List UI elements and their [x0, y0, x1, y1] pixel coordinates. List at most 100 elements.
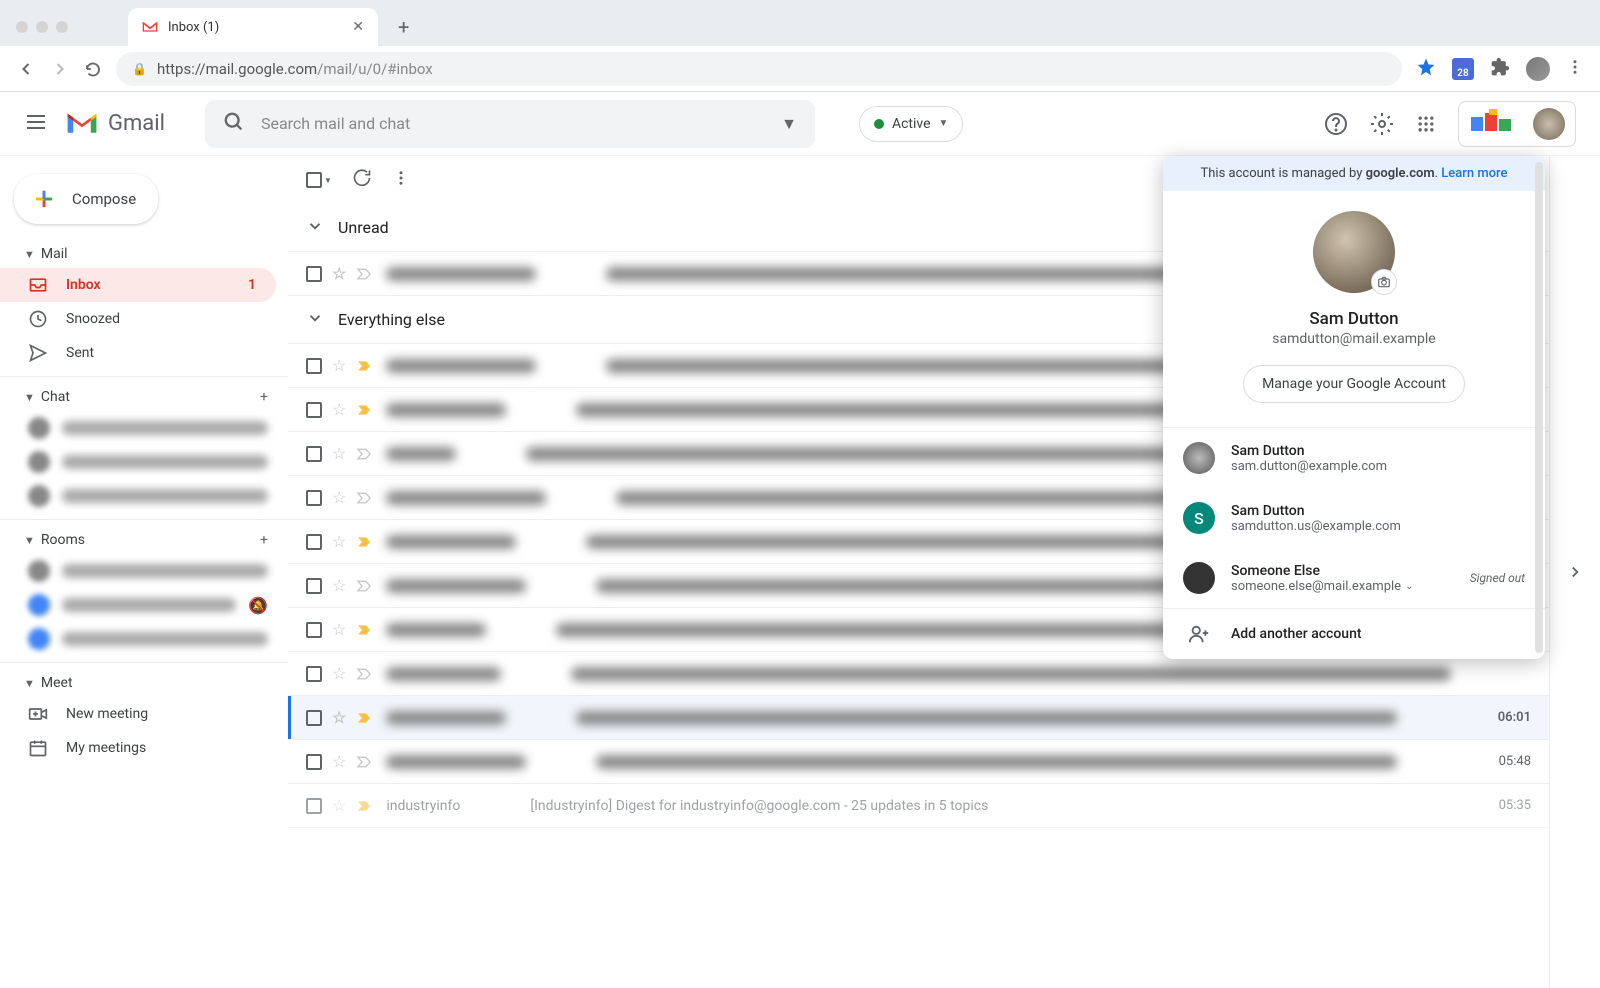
account-avatar[interactable] — [1533, 108, 1565, 140]
row-checkbox[interactable] — [306, 578, 322, 594]
forward-button[interactable] — [50, 59, 70, 79]
org-apps-box[interactable] — [1458, 101, 1576, 147]
extensions-icon[interactable] — [1490, 57, 1510, 81]
tab-close-icon[interactable]: ✕ — [352, 19, 364, 35]
star-icon[interactable]: ☆ — [332, 488, 346, 507]
row-checkbox[interactable] — [306, 490, 322, 506]
star-icon[interactable]: ☆ — [332, 620, 346, 639]
row-checkbox[interactable] — [306, 798, 322, 814]
star-icon[interactable]: ☆ — [332, 532, 346, 551]
chat-item[interactable] — [0, 411, 288, 445]
add-room-icon[interactable]: + — [260, 532, 268, 548]
search-input[interactable] — [261, 114, 765, 133]
sidebar-item-inbox[interactable]: Inbox 1 — [0, 268, 276, 302]
side-panel-toggle[interactable] — [1550, 156, 1600, 988]
account-row[interactable]: S Sam Dutton samdutton.us@example.com — [1163, 488, 1545, 548]
status-pill[interactable]: Active ▼ — [859, 106, 963, 142]
chrome-menu-icon[interactable] — [1566, 58, 1584, 80]
star-icon[interactable]: ☆ — [332, 664, 346, 683]
mail-row[interactable]: ☆industryinfo[Industryinfo] Digest for i… — [288, 784, 1549, 828]
importance-icon[interactable] — [356, 578, 372, 594]
sidebar-section-chat[interactable]: ▼ Chat + — [0, 383, 288, 411]
row-checkbox[interactable] — [306, 622, 322, 638]
menu-icon[interactable] — [24, 110, 48, 138]
camera-icon[interactable] — [1371, 269, 1397, 295]
importance-icon[interactable] — [356, 710, 372, 726]
address-bar[interactable]: 🔒 https://mail.google.com/mail/u/0/#inbo… — [116, 52, 1402, 86]
row-checkbox[interactable] — [306, 710, 322, 726]
star-icon[interactable]: ☆ — [332, 400, 346, 419]
traffic-lights — [16, 21, 68, 33]
caret-down-icon: ▼ — [24, 534, 35, 547]
mail-row[interactable]: ☆06:01 — [288, 696, 1549, 740]
browser-tab[interactable]: Inbox (1) ✕ — [128, 8, 378, 46]
account-avatar-icon: S — [1183, 502, 1215, 534]
room-item[interactable]: 🔕 — [0, 588, 288, 622]
search-bar[interactable]: ▼ — [205, 100, 815, 148]
importance-icon[interactable] — [356, 266, 372, 282]
sidebar-item-new-meeting[interactable]: New meeting — [0, 697, 276, 731]
star-icon[interactable]: ☆ — [332, 444, 346, 463]
refresh-icon[interactable] — [352, 168, 372, 192]
importance-icon[interactable] — [356, 446, 372, 462]
mail-row[interactable]: ☆05:48 — [288, 740, 1549, 784]
importance-icon[interactable] — [356, 754, 372, 770]
learn-more-link[interactable]: Learn more — [1441, 166, 1507, 181]
scrollbar[interactable] — [1535, 162, 1543, 653]
back-button[interactable] — [16, 59, 36, 79]
importance-icon[interactable] — [356, 798, 372, 814]
apps-grid-icon[interactable] — [1416, 114, 1436, 134]
chrome-profile-avatar[interactable] — [1526, 57, 1550, 81]
row-checkbox[interactable] — [306, 754, 322, 770]
add-chat-icon[interactable]: + — [260, 389, 268, 405]
status-dot-icon — [874, 119, 884, 129]
star-icon[interactable]: ☆ — [332, 708, 346, 727]
chat-item[interactable] — [0, 445, 288, 479]
sidebar-item-my-meetings[interactable]: My meetings — [0, 731, 276, 765]
settings-icon[interactable] — [1370, 112, 1394, 136]
row-checkbox[interactable] — [306, 446, 322, 462]
row-checkbox[interactable] — [306, 266, 322, 282]
star-icon[interactable]: ☆ — [332, 356, 346, 375]
importance-icon[interactable] — [356, 622, 372, 638]
importance-icon[interactable] — [356, 490, 372, 506]
reload-button[interactable] — [84, 60, 102, 78]
sidebar-section-meet[interactable]: ▼ Meet — [0, 669, 288, 697]
gmail-logo-icon — [66, 112, 98, 136]
account-row[interactable]: Sam Dutton sam.dutton@example.com — [1163, 428, 1545, 488]
search-options-icon[interactable]: ▼ — [781, 114, 797, 134]
help-icon[interactable] — [1324, 112, 1348, 136]
new-tab-button[interactable]: + — [398, 15, 409, 39]
bookmark-star-icon[interactable] — [1416, 57, 1436, 81]
manage-account-button[interactable]: Manage your Google Account — [1243, 365, 1465, 403]
chat-item[interactable] — [0, 479, 288, 513]
importance-icon[interactable] — [356, 402, 372, 418]
star-icon[interactable]: ☆ — [332, 264, 346, 283]
gmail-logo[interactable]: Gmail — [66, 111, 165, 136]
add-account-button[interactable]: Add another account — [1163, 609, 1545, 659]
row-checkbox[interactable] — [306, 534, 322, 550]
importance-icon[interactable] — [356, 358, 372, 374]
select-all-checkbox[interactable]: ▼ — [306, 172, 332, 188]
room-item[interactable] — [0, 622, 288, 656]
row-checkbox[interactable] — [306, 666, 322, 682]
more-icon[interactable] — [392, 169, 410, 191]
star-icon[interactable]: ☆ — [332, 752, 346, 771]
importance-icon[interactable] — [356, 666, 372, 682]
room-item[interactable] — [0, 554, 288, 588]
sidebar-section-rooms[interactable]: ▼ Rooms + — [0, 526, 288, 554]
star-icon[interactable]: ☆ — [332, 796, 346, 815]
caret-down-icon: ▼ — [24, 677, 35, 690]
star-icon[interactable]: ☆ — [332, 576, 346, 595]
row-checkbox[interactable] — [306, 402, 322, 418]
compose-button[interactable]: Compose — [14, 174, 158, 224]
tab-title: Inbox (1) — [168, 20, 342, 35]
chevron-down-icon[interactable]: ▼ — [324, 176, 332, 185]
importance-icon[interactable] — [356, 534, 372, 550]
row-checkbox[interactable] — [306, 358, 322, 374]
account-row[interactable]: Someone Else someone.else@mail.example ⌄… — [1163, 548, 1545, 608]
sidebar-item-snoozed[interactable]: Snoozed — [0, 302, 276, 336]
sidebar-item-sent[interactable]: Sent — [0, 336, 276, 370]
sidebar-section-mail[interactable]: ▼ Mail — [0, 240, 288, 268]
extension-badge[interactable]: 28 — [1452, 58, 1474, 80]
